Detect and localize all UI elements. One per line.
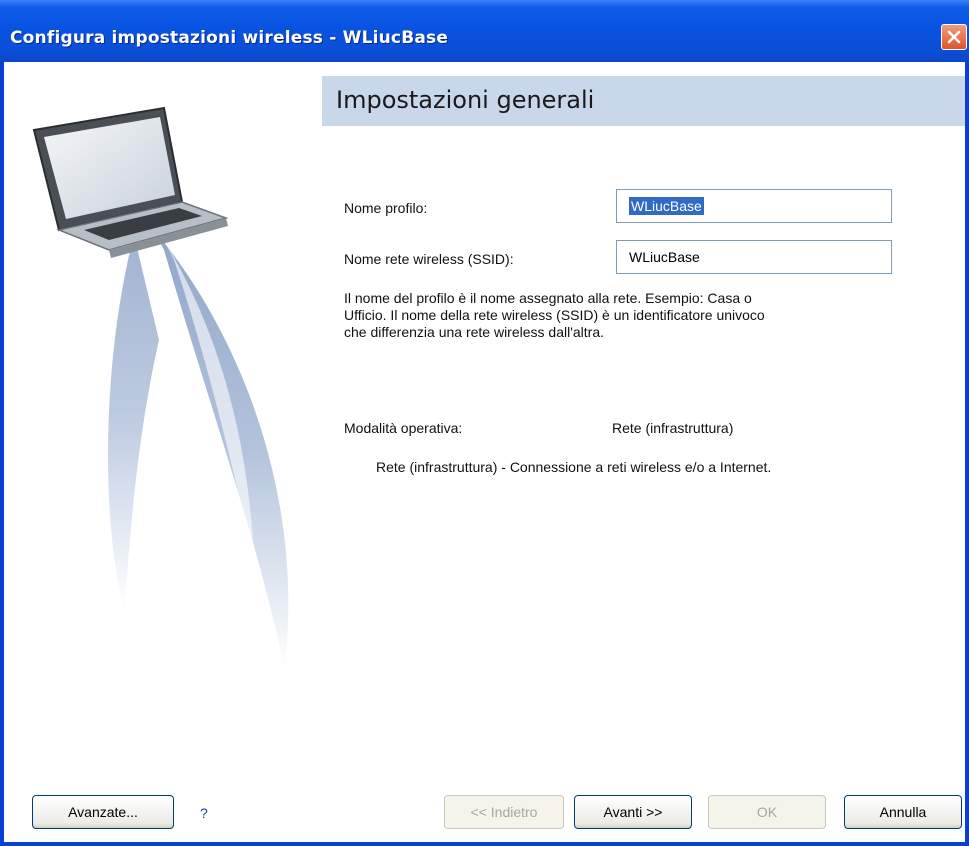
operating-mode-value: Rete (infrastruttura) <box>612 420 734 436</box>
description-line: che differenzia una rete wireless dall'a… <box>344 324 604 340</box>
close-icon <box>947 30 961 44</box>
close-button[interactable] <box>941 24 967 50</box>
operating-mode-label: Modalità operativa: <box>344 420 463 436</box>
window-title: Configura impostazioni wireless - WLiucB… <box>10 28 449 48</box>
cancel-button[interactable]: Annulla <box>844 795 962 829</box>
ssid-value: WLiucBase <box>629 249 700 265</box>
next-button[interactable]: Avanti >> <box>574 795 692 829</box>
profile-name-field[interactable]: WLiucBase <box>616 189 892 223</box>
description-line: Il nome del profilo è il nome assegnato … <box>344 290 752 306</box>
section-header: Impostazioni generali <box>322 76 965 126</box>
advanced-button[interactable]: Avanzate... <box>32 795 174 829</box>
operating-mode-description: Rete (infrastruttura) - Connessione a re… <box>376 459 772 475</box>
profile-description: Il nome del profilo è il nome assegnato … <box>344 290 884 341</box>
page-title: Impostazioni generali <box>336 86 595 114</box>
help-button[interactable]: ? <box>200 805 208 821</box>
profile-name-label: Nome profilo: <box>344 200 428 216</box>
ok-button[interactable]: OK <box>708 795 826 829</box>
laptop-illustration <box>14 90 314 685</box>
ssid-label: Nome rete wireless (SSID): <box>344 251 514 267</box>
profile-name-value: WLiucBase <box>629 197 704 215</box>
title-bar[interactable]: Configura impostazioni wireless - WLiucB… <box>0 0 969 62</box>
back-button[interactable]: << Indietro <box>444 795 564 829</box>
description-line: Ufficio. Il nome della rete wireless (SS… <box>344 307 765 323</box>
ssid-field[interactable]: WLiucBase <box>616 240 892 274</box>
dialog-window: Configura impostazioni wireless - WLiucB… <box>0 0 969 846</box>
